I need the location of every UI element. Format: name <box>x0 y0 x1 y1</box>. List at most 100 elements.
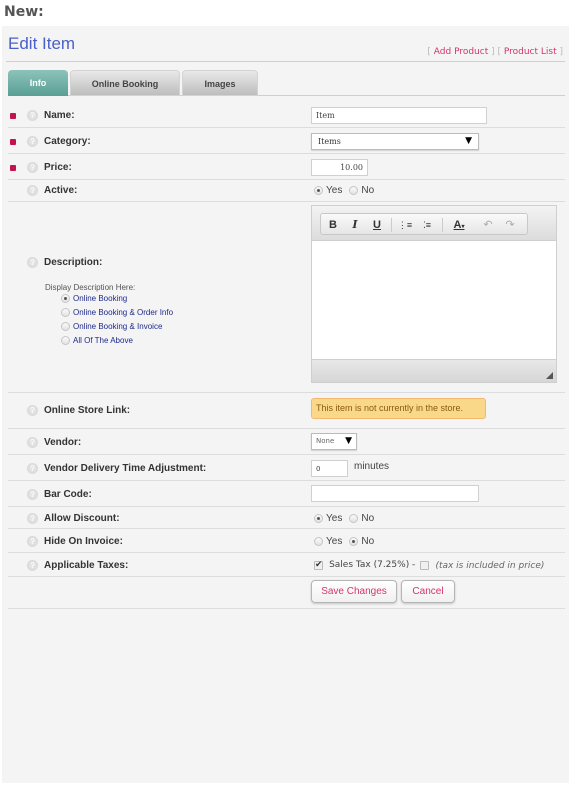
applicable-taxes-label: Applicable Taxes: <box>44 560 129 571</box>
active-no-label: No <box>361 184 375 196</box>
display-option-label: Online Booking & Invoice <box>73 322 163 331</box>
screen-label: New: <box>4 4 44 20</box>
display-all-radio[interactable] <box>61 336 70 346</box>
row-online-store-link: ? Online Store Link: This item is not cu… <box>8 393 565 429</box>
active-label: Active: <box>44 185 78 196</box>
delivery-minutes-input[interactable] <box>311 460 348 477</box>
page-header: Edit Item [ Add Product ] [ Product List… <box>6 30 565 62</box>
bar-code-label: Bar Code: <box>44 489 92 500</box>
font-color-icon[interactable]: A▾ <box>447 217 471 233</box>
help-icon[interactable]: ? <box>27 463 38 474</box>
taxes-group: Sales Tax (7.25%) - (tax is included in … <box>314 559 544 571</box>
display-online-booking-radio[interactable] <box>61 294 70 304</box>
vendor-select[interactable]: None ▼ <box>311 433 357 450</box>
active-yes-radio[interactable] <box>314 185 323 195</box>
required-marker <box>10 165 16 171</box>
store-notice: This item is not currently in the store. <box>311 398 486 419</box>
save-changes-button[interactable]: Save Changes <box>311 580 397 603</box>
bold-button[interactable]: B <box>324 217 342 233</box>
help-icon[interactable]: ? <box>27 536 38 547</box>
hide-yes-radio[interactable] <box>314 536 323 546</box>
category-value: Items <box>318 137 341 146</box>
caret-down-icon: ▾ <box>461 224 465 230</box>
display-option: Online Booking <box>61 294 128 304</box>
redo-icon[interactable]: ↷ <box>501 217 519 233</box>
toolbar-divider <box>442 218 443 232</box>
help-icon[interactable]: ? <box>27 110 38 121</box>
help-icon[interactable]: ? <box>27 162 38 173</box>
help-icon[interactable]: ? <box>27 513 38 524</box>
row-price: ? Price: <box>8 154 565 180</box>
discount-no-label: No <box>361 512 375 524</box>
chevron-down-icon: ▼ <box>465 136 472 146</box>
category-select[interactable]: Items ▼ <box>311 133 479 150</box>
page-title: Edit Item <box>8 34 76 53</box>
row-vendor: ? Vendor: None ▼ <box>8 429 565 455</box>
row-category: ? Category: Items ▼ <box>8 128 565 154</box>
description-label: Description: <box>44 257 103 268</box>
display-description-label: Display Description Here: <box>45 283 136 292</box>
hide-no-radio[interactable] <box>349 536 359 546</box>
hide-on-invoice-label: Hide On Invoice: <box>44 536 123 547</box>
tab-bar: Info Online Booking Images <box>8 70 565 96</box>
allow-discount-radio-group: Yes No <box>314 512 378 524</box>
price-input[interactable] <box>311 159 368 176</box>
resize-handle-icon[interactable] <box>546 372 553 379</box>
sales-tax-label: Sales Tax (7.25%) - <box>329 560 416 571</box>
vendor-label: Vendor: <box>44 437 82 448</box>
name-input[interactable] <box>311 107 487 124</box>
unordered-list-icon[interactable]: ⁚≡ <box>418 217 436 233</box>
help-icon[interactable]: ? <box>27 405 38 416</box>
category-label: Category: <box>44 136 91 147</box>
help-icon[interactable]: ? <box>27 560 38 571</box>
row-bar-code: ? Bar Code: <box>8 481 565 507</box>
italic-button[interactable]: I <box>346 217 364 233</box>
active-no-radio[interactable] <box>349 185 359 195</box>
required-marker <box>10 113 16 119</box>
row-description: ? Description: Display Description Here:… <box>8 202 565 393</box>
help-icon[interactable]: ? <box>27 437 38 448</box>
row-actions: Save Changes Cancel <box>8 577 565 609</box>
row-active: ? Active: Yes No <box>8 180 565 202</box>
underline-button[interactable]: U <box>368 217 386 233</box>
display-option: All Of The Above <box>61 336 133 346</box>
sales-tax-checkbox[interactable] <box>314 559 323 570</box>
required-marker <box>10 139 16 145</box>
help-icon[interactable]: ? <box>27 185 38 196</box>
chevron-down-icon: ▼ <box>345 436 352 446</box>
help-icon[interactable]: ? <box>27 489 38 500</box>
display-invoice-radio[interactable] <box>61 322 70 332</box>
tab-online-booking[interactable]: Online Booking <box>70 70 180 96</box>
tax-included-checkbox[interactable] <box>420 560 430 570</box>
tab-info[interactable]: Info <box>8 70 68 96</box>
product-list-link[interactable]: Product List <box>504 47 557 57</box>
active-yes-label: Yes <box>326 184 343 196</box>
editor-button-group: B I U ⋮≡ ⁚≡ A▾ ↶ ↷ <box>320 213 528 235</box>
tab-images[interactable]: Images <box>182 70 258 96</box>
header-links: [ Add Product ] [ Product List ] <box>427 47 563 57</box>
display-order-info-radio[interactable] <box>61 308 70 318</box>
help-icon[interactable]: ? <box>27 257 38 268</box>
price-label: Price: <box>44 162 72 173</box>
cancel-button[interactable]: Cancel <box>401 580 455 603</box>
display-option-label: All Of The Above <box>73 336 133 345</box>
hide-on-invoice-radio-group: Yes No <box>314 535 378 547</box>
row-vendor-delivery: ? Vendor Delivery Time Adjustment: minut… <box>8 455 565 481</box>
discount-no-radio[interactable] <box>349 513 359 523</box>
add-product-link[interactable]: Add Product <box>434 47 488 57</box>
edit-item-panel: Edit Item [ Add Product ] [ Product List… <box>2 26 569 783</box>
display-option: Online Booking & Order Info <box>61 308 173 318</box>
ordered-list-icon[interactable]: ⋮≡ <box>396 217 414 233</box>
description-textarea[interactable] <box>312 241 556 359</box>
row-name: ? Name: <box>8 102 565 128</box>
bar-code-input[interactable] <box>311 485 479 502</box>
discount-yes-radio[interactable] <box>314 513 323 523</box>
display-option-label: Online Booking <box>73 294 128 303</box>
undo-icon[interactable]: ↶ <box>479 217 497 233</box>
row-applicable-taxes: ? Applicable Taxes: Sales Tax (7.25%) - … <box>8 553 565 577</box>
discount-yes-label: Yes <box>326 512 343 524</box>
description-editor: B I U ⋮≡ ⁚≡ A▾ ↶ ↷ <box>311 205 557 383</box>
help-icon[interactable]: ? <box>27 136 38 147</box>
editor-statusbar <box>312 359 556 382</box>
row-allow-discount: ? Allow Discount: Yes No <box>8 507 565 529</box>
